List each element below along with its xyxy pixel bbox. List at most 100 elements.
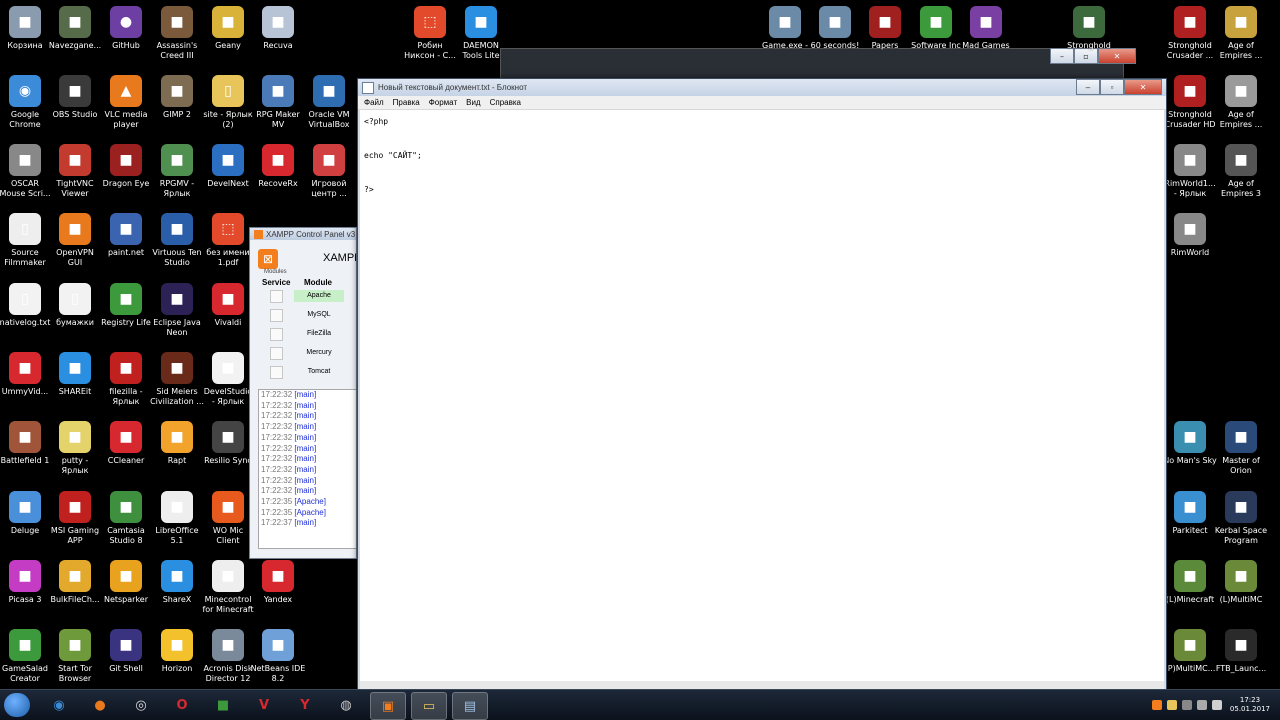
notepad-editor[interactable]: <?php echo "САЙТ"; ?> xyxy=(360,110,1164,681)
menu-view[interactable]: Вид xyxy=(466,98,480,107)
software-inc-icon: ■ xyxy=(920,6,952,38)
firefox-icon[interactable]: ● xyxy=(83,692,117,718)
module-row: Apache xyxy=(250,290,356,308)
desktop-shortcut[interactable]: ■ RimWorld xyxy=(1160,213,1220,258)
desktop-shortcut[interactable]: ■ Recuva xyxy=(248,6,308,51)
desktop-shortcut[interactable]: ■ DAEMON Tools Lite xyxy=(451,6,511,61)
notepad-title: Новый текстовый документ.txt - Блокнот xyxy=(378,83,528,92)
rapt-icon: ■ xyxy=(161,421,193,453)
clock[interactable]: 17:23 05.01.2017 xyxy=(1230,696,1270,714)
chrome-icon[interactable]: ◉ xyxy=(42,692,76,718)
desktop-shortcut-label: Picasa 3 xyxy=(8,595,42,604)
tray-volume-icon[interactable] xyxy=(1196,700,1207,710)
desktop-shortcut-label: Game.exe - xyxy=(762,41,808,50)
xampp-control-panel-window[interactable]: XAMPP Control Panel v3 ⊠ XAMPP Modules S… xyxy=(249,227,357,559)
ccleaner-icon: ■ xyxy=(110,421,142,453)
notepad-menubar: Файл Правка Формат Вид Справка xyxy=(358,96,1166,110)
menu-help[interactable]: Справка xyxy=(490,98,521,107)
desktop-shortcut-label: Робин Никсон - С... xyxy=(404,41,456,60)
desktop-shortcut[interactable]: ■ Age of Empires ... xyxy=(1211,75,1271,130)
service-checkbox[interactable] xyxy=(270,290,283,303)
desktop-shortcut-label: (P)MultiMC... xyxy=(1164,664,1216,673)
opera-icon[interactable]: O xyxy=(165,692,199,718)
sharex-icon: ■ xyxy=(161,560,193,592)
desktop-shortcut-label: DAEMON Tools Lite xyxy=(462,41,500,60)
menu-edit[interactable]: Правка xyxy=(393,98,420,107)
steam-icon[interactable]: ◍ xyxy=(329,692,363,718)
log-line: 17:22:32 [main] xyxy=(261,476,356,487)
log-line: 17:22:32 [main] xyxy=(261,486,356,497)
start-button[interactable] xyxy=(4,693,30,717)
tray-language-icon[interactable] xyxy=(1211,700,1222,710)
notepad-icon[interactable]: ▤ xyxy=(452,692,488,720)
libreoffice-icon: ■ xyxy=(161,491,193,523)
desktop-shortcut-label: Navezgane... xyxy=(48,41,102,50)
desktop-shortcut-label: DevelNext xyxy=(207,179,249,188)
log-time: 17:22:32 xyxy=(261,390,293,399)
xampp-log[interactable]: 17:22:32 [main] 17:22:32 [main] 17:22:32 [… xyxy=(258,389,356,549)
openvpn-icon: ■ xyxy=(59,213,91,245)
log-line: 17:22:32 [main] xyxy=(261,411,356,422)
desktop-shortcut-label: Rapt xyxy=(167,456,187,465)
desktop-shortcut-label: бумажки xyxy=(56,318,94,327)
close-button[interactable]: ✕ xyxy=(1124,79,1162,95)
desktop-shortcut[interactable]: ■ FTB_Launc... xyxy=(1211,629,1271,674)
desktop-shortcut[interactable]: ■ Stronghold xyxy=(1059,6,1119,51)
service-checkbox[interactable] xyxy=(270,309,283,322)
desktop-shortcut-label: (L)MultiMC xyxy=(1219,595,1263,604)
explorer-icon[interactable]: ▭ xyxy=(411,692,447,720)
desktop-shortcut-label: Sid Meiers Civilization ... xyxy=(150,387,204,406)
minimize-button[interactable]: – xyxy=(1076,79,1100,95)
desktop-shortcut[interactable]: ■ NetBeans IDE 8.2 xyxy=(248,629,308,684)
desktop-shortcut[interactable]: ■ Oracle VM VirtualBox xyxy=(299,75,359,130)
desktop-shortcut[interactable]: ■ Игровой центр ... xyxy=(299,144,359,199)
log-line: 17:22:35 [Apache] xyxy=(261,497,356,508)
service-checkbox[interactable] xyxy=(270,347,283,360)
shortcut-icon: ■ xyxy=(769,6,801,38)
service-checkbox[interactable] xyxy=(270,366,283,379)
stronghold-crusader-icon: ■ xyxy=(1174,75,1206,107)
pdf-icon: ⬚ xyxy=(414,6,446,38)
desktop-shortcut-label: Kerbal Space Program xyxy=(1214,526,1268,545)
obs-icon[interactable]: ◎ xyxy=(124,692,158,718)
menu-file[interactable]: Файл xyxy=(364,98,384,107)
desktop-shortcut[interactable]: ■ Yandex xyxy=(248,560,308,605)
desktop-shortcut-label: Mad Games xyxy=(962,41,1010,50)
desktop-shortcut-label: site - Ярлык (2) xyxy=(203,110,253,129)
game-map-icon: ■ xyxy=(59,6,91,38)
msi-icon: ■ xyxy=(59,491,91,523)
tray-xampp-icon[interactable] xyxy=(1151,700,1162,710)
desktop-shortcut-label: Camtasia Studio 8 xyxy=(107,526,145,545)
desktop-shortcut-label: RecoveRx xyxy=(258,179,298,188)
desktop-shortcut-label: Stronghold Crusader ... xyxy=(1166,41,1214,60)
xampp-icon[interactable]: ▣ xyxy=(370,692,406,720)
log-source: [main] xyxy=(294,422,317,432)
document-icon: ▯ xyxy=(59,283,91,315)
log-time: 17:22:32 xyxy=(261,400,293,410)
desktop-shortcut-label: OpenVPN GUI xyxy=(56,248,94,267)
yandex-icon[interactable]: Y xyxy=(288,692,322,718)
master-of-orion-icon: ■ xyxy=(1225,421,1257,453)
tray-app-icon[interactable] xyxy=(1166,700,1177,710)
desktop-shortcut[interactable]: ■ Age of Empires ... xyxy=(1211,6,1271,61)
xampp-titlebar[interactable]: XAMPP Control Panel v3 xyxy=(250,228,356,240)
log-line: 17:22:32 [main] xyxy=(261,433,356,444)
log-time: 17:22:32 xyxy=(261,422,293,432)
desktop-shortcut[interactable]: ■ (L)MultiMC xyxy=(1211,560,1271,605)
registry-life-icon: ■ xyxy=(110,283,142,315)
notepad-window[interactable]: Новый текстовый документ.txt - Блокнот –… xyxy=(357,78,1167,692)
notepad-titlebar[interactable]: Новый текстовый документ.txt - Блокнот –… xyxy=(358,79,1166,96)
service-checkbox[interactable] xyxy=(270,328,283,341)
desktop-shortcut-label: NetBeans IDE 8.2 xyxy=(250,664,306,683)
desktop-shortcut[interactable]: ■ Kerbal Space Program xyxy=(1211,491,1271,546)
tray-network-icon[interactable] xyxy=(1181,700,1192,710)
desktop-shortcut[interactable]: ■ Age of Empires 3 xyxy=(1211,144,1271,199)
log-line: 17:22:32 [main] xyxy=(261,400,356,412)
desktop-shortcut[interactable]: ■ Mad Games xyxy=(956,6,1016,51)
vivaldi-icon[interactable]: V xyxy=(247,692,281,718)
evernote-icon[interactable]: ■ xyxy=(206,692,240,718)
desktop-shortcut[interactable]: ■ Master of Orion xyxy=(1211,421,1271,476)
desktop-shortcut-label: RimWorld xyxy=(1170,248,1210,257)
menu-format[interactable]: Формат xyxy=(429,98,457,107)
maximize-button[interactable]: ▫ xyxy=(1100,79,1124,95)
